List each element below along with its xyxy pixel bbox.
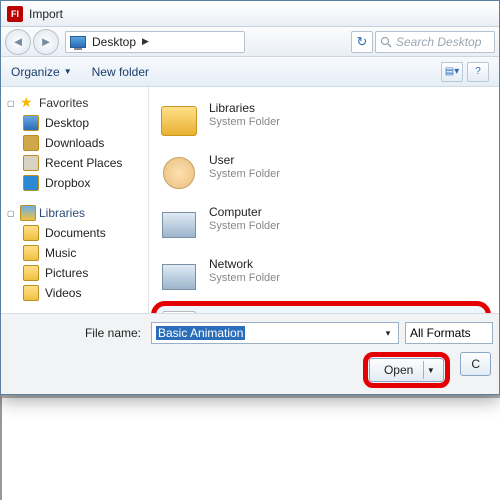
downloads-icon xyxy=(23,135,39,151)
sidebar-item-videos[interactable]: Videos xyxy=(5,283,144,303)
cancel-button[interactable]: C xyxy=(460,352,491,376)
sidebar-item-downloads[interactable]: Downloads xyxy=(5,133,144,153)
breadcrumb-desktop[interactable]: Desktop xyxy=(92,35,136,49)
sidebar-item-label: Pictures xyxy=(45,266,88,280)
network-icon xyxy=(162,264,196,290)
item-name: Computer xyxy=(209,205,280,219)
favorites-header[interactable]: ▢ ★ Favorites xyxy=(5,93,144,113)
libraries-label: Libraries xyxy=(39,206,85,220)
chevron-down-icon: ▼ xyxy=(64,67,72,76)
open-label: Open xyxy=(384,363,413,377)
file-list: Libraries System Folder User System Fold… xyxy=(149,87,499,313)
sidebar-item-label: Videos xyxy=(45,286,81,300)
window-title: Import xyxy=(29,7,63,21)
filename-input[interactable]: Basic Animation ▾ xyxy=(151,322,399,344)
item-type: System Folder xyxy=(209,271,280,285)
chevron-down-icon[interactable]: ▾ xyxy=(380,325,396,341)
search-icon xyxy=(380,36,392,48)
item-name: User xyxy=(209,153,280,167)
item-type: System Folder xyxy=(209,167,280,181)
item-type: System Folder xyxy=(209,219,280,233)
search-input[interactable]: Search Desktop xyxy=(375,31,495,53)
nav-row: ◄ ► Desktop ▶ ↻ Search Desktop xyxy=(1,27,499,57)
open-highlight: Open ▼ xyxy=(363,352,450,388)
filter-value: All Formats xyxy=(410,326,471,340)
folder-icon xyxy=(23,265,39,281)
computer-icon xyxy=(162,212,196,238)
sidebar-item-documents[interactable]: Documents xyxy=(5,223,144,243)
list-item-computer[interactable]: Computer System Folder xyxy=(155,199,493,251)
forward-button[interactable]: ► xyxy=(33,29,59,55)
swf-file-icon: f xyxy=(163,311,195,313)
favorites-label: Favorites xyxy=(39,96,88,110)
toolbar: Organize ▼ New folder ▤▾ ? xyxy=(1,57,499,87)
item-type: System Folder xyxy=(209,115,280,129)
user-icon xyxy=(163,157,195,189)
folder-icon xyxy=(23,245,39,261)
sidebar-item-desktop[interactable]: Desktop xyxy=(5,113,144,133)
desktop-icon xyxy=(23,115,39,131)
help-button[interactable]: ? xyxy=(467,62,489,82)
file-type-filter[interactable]: All Formats xyxy=(405,322,493,344)
folder-icon xyxy=(23,225,39,241)
list-item-network[interactable]: Network System Folder xyxy=(155,251,493,303)
desktop-icon xyxy=(70,36,86,48)
new-folder-button[interactable]: New folder xyxy=(92,65,149,79)
item-name: Libraries xyxy=(209,101,280,115)
open-button[interactable]: Open ▼ xyxy=(369,358,444,382)
folder-icon xyxy=(23,285,39,301)
filename-label: File name: xyxy=(7,326,145,340)
collapse-icon: ▢ xyxy=(7,209,17,218)
libraries-icon xyxy=(20,205,36,221)
refresh-button[interactable]: ↻ xyxy=(351,31,373,53)
sidebar-item-label: Downloads xyxy=(45,136,104,150)
dropbox-icon xyxy=(23,175,39,191)
star-icon: ★ xyxy=(20,95,36,111)
sidebar-item-label: Music xyxy=(45,246,76,260)
sidebar-item-music[interactable]: Music xyxy=(5,243,144,263)
sidebar-item-dropbox[interactable]: Dropbox xyxy=(5,173,144,193)
sidebar-item-label: Documents xyxy=(45,226,106,240)
address-bar[interactable]: Desktop ▶ xyxy=(65,31,245,53)
titlebar: Fl Import xyxy=(1,1,499,27)
sidebar-item-label: Dropbox xyxy=(45,176,90,190)
sidebar: ▢ ★ Favorites Desktop Downloads Recent P… xyxy=(1,87,149,313)
chevron-down-icon[interactable]: ▼ xyxy=(423,361,437,379)
import-dialog: Fl Import ◄ ► Desktop ▶ ↻ Search Desktop… xyxy=(0,0,500,395)
recent-icon xyxy=(23,155,39,171)
item-name: Network xyxy=(209,257,280,271)
bottom-bar: File name: Basic Animation ▾ All Formats… xyxy=(1,313,499,394)
item-name: Basic Animation xyxy=(209,311,294,313)
app-icon: Fl xyxy=(7,6,23,22)
cancel-label: C xyxy=(471,357,480,371)
new-folder-label: New folder xyxy=(92,65,149,79)
organize-button[interactable]: Organize ▼ xyxy=(11,65,72,79)
search-placeholder: Search Desktop xyxy=(396,35,481,49)
filename-value: Basic Animation xyxy=(156,326,245,340)
organize-label: Organize xyxy=(11,65,60,79)
list-item-user[interactable]: User System Folder xyxy=(155,147,493,199)
list-item-libraries[interactable]: Libraries System Folder xyxy=(155,95,493,147)
sidebar-item-label: Desktop xyxy=(45,116,89,130)
collapse-icon: ▢ xyxy=(7,99,17,108)
sidebar-item-label: Recent Places xyxy=(45,156,122,170)
chevron-right-icon[interactable]: ▶ xyxy=(142,36,149,47)
libraries-header[interactable]: ▢ Libraries xyxy=(5,203,144,223)
folder-icon xyxy=(161,106,197,136)
sidebar-item-pictures[interactable]: Pictures xyxy=(5,263,144,283)
view-mode-button[interactable]: ▤▾ xyxy=(441,62,463,82)
back-button[interactable]: ◄ xyxy=(5,29,31,55)
list-item-basic-animation[interactable]: f Basic Animation SWF Movie 1019 bytes xyxy=(155,305,487,313)
sidebar-item-recent[interactable]: Recent Places xyxy=(5,153,144,173)
